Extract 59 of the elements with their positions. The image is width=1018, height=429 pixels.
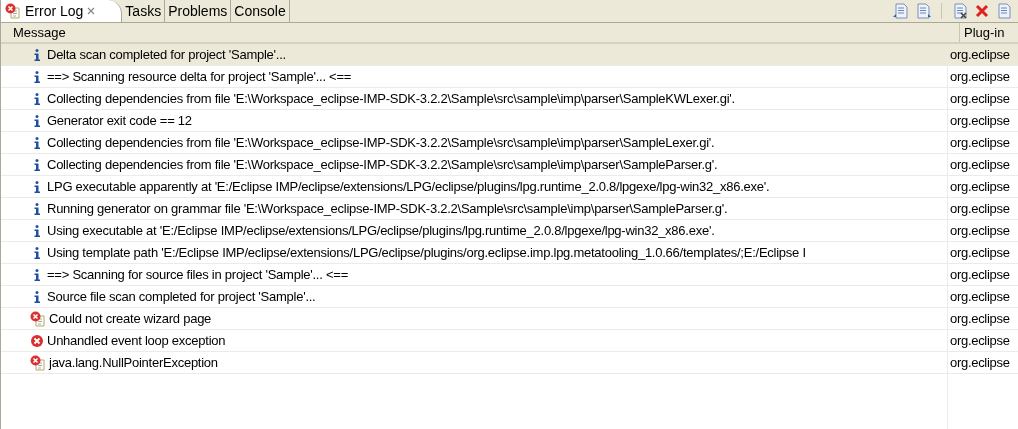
log-row[interactable]: ==> Scanning resource delta for project 'Sample'... <== org.eclipse [1,66,1018,88]
message-cell: Running generator on grammar file 'E:\Workspace_eclipse-IMP-SDK-3.2.2\Sample\src\sample\imp\parser\SampleParser.g'. [1,198,947,219]
log-row[interactable]: LPG executable apparently at 'E:/Eclipse IMP/eclipse/extensions/LPG/eclipse/plugins/lpg.runtime_2.0.8/lpgexe/lpg-win32_x86.exe'. org.eclipse [1,176,1018,198]
log-row[interactable]: java.lang.NullPointerException org.eclipse [1,352,1018,374]
plugin-cell: org.eclipse [947,110,1018,131]
plugin-cell: org.eclipse [947,220,1018,241]
plugin-cell: org.eclipse [947,242,1018,263]
message-cell: java.lang.NullPointerException [1,352,947,373]
log-row[interactable]: Could not create wizard page org.eclipse [1,308,1018,330]
plugin-cell: org.eclipse [947,44,1018,65]
log-row[interactable]: Source file scan completed for project 'Sample'... org.eclipse [1,286,1018,308]
message-cell: ==> Scanning resource delta for project 'Sample'... <== [1,66,947,87]
message-cell: Could not create wizard page [1,308,947,329]
document-icon[interactable] [996,3,1012,19]
message-cell: Unhandled event loop exception [1,330,947,351]
error-log-icon [30,310,46,327]
plugin-cell: org.eclipse [947,66,1018,87]
clear-log-icon[interactable] [952,3,968,19]
error-icon [30,333,44,348]
log-row[interactable]: Unhandled event loop exception org.eclipse [1,330,1018,352]
message-cell: Source file scan completed for project 'Sample'... [1,286,947,307]
message-cell: Delta scan completed for project 'Sample'... [1,44,947,65]
message-cell: Collecting dependencies from file 'E:\Workspace_eclipse-IMP-SDK-3.2.2\Sample\src\sample\imp\parser\SampleLexer.gi'. [1,132,947,153]
error-log-icon [30,354,46,371]
plugin-cell: org.eclipse [947,154,1018,175]
close-icon[interactable] [87,7,96,15]
message-cell: Collecting dependencies from file 'E:\Workspace_eclipse-IMP-SDK-3.2.2\Sample\src\sample\imp\parser\SampleParser.g'. [1,154,947,175]
plugin-cell: org.eclipse [947,176,1018,197]
message-cell: Using template path 'E:/Eclipse IMP/eclipse/extensions/LPG/eclipse/plugins/org.eclipse.imp.lpg.metatooling_1.0.66/templates/;E:/Eclipse I [1,242,947,263]
log-row[interactable]: Using template path 'E:/Eclipse IMP/eclipse/extensions/LPG/eclipse/plugins/org.eclipse.imp.lpg.metatooling_1.0.66/templates/;E:/Eclipse I org.eclipse [1,242,1018,264]
plugin-cell: org.eclipse [947,286,1018,307]
log-row[interactable]: ==> Scanning for source files in project 'Sample'... <== org.eclipse [1,264,1018,286]
column-header[interactable]: Message [1,23,959,42]
log-row[interactable]: Collecting dependencies from file 'E:\Workspace_eclipse-IMP-SDK-3.2.2\Sample\src\sample\imp\parser\SampleKWLexer.gi'. org.eclipse [1,88,1018,110]
message-cell: Using executable at 'E:/Eclipse IMP/eclipse/extensions/LPG/eclipse/plugins/lpg.runtime_2.0.8/lpgexe/lpg-win32_x86.exe'. [1,220,947,241]
plugin-cell: org.eclipse [947,352,1018,373]
message-cell: ==> Scanning for source files in project 'Sample'... <== [1,264,947,285]
plugin-cell: org.eclipse [947,264,1018,285]
expand-list-icon[interactable] [915,3,931,19]
error-log-icon [5,3,21,19]
message-cell: Collecting dependencies from file 'E:\Workspace_eclipse-IMP-SDK-3.2.2\Sample\src\sample\imp\parser\SampleKWLexer.gi'. [1,88,947,109]
log-row[interactable]: Running generator on grammar file 'E:\Workspace_eclipse-IMP-SDK-3.2.2\Sample\src\sample\imp\parser\SampleParser.g'. org.eclipse [1,198,1018,220]
column-header[interactable]: Plug-in [959,23,1018,42]
plugin-cell: org.eclipse [947,330,1018,351]
plugin-cell: org.eclipse [947,88,1018,109]
plugin-cell: org.eclipse [947,308,1018,329]
log-row[interactable]: Collecting dependencies from file 'E:\Workspace_eclipse-IMP-SDK-3.2.2\Sample\src\sample\imp\parser\SampleParser.g'. org.eclipse [1,154,1018,176]
log-row[interactable]: Using executable at 'E:/Eclipse IMP/eclipse/extensions/LPG/eclipse/plugins/lpg.runtime_2.0.8/lpgexe/lpg-win32_x86.exe'. org.eclipse [1,220,1018,242]
view-tab[interactable]: Tasks [122,0,166,22]
plugin-cell: org.eclipse [947,198,1018,219]
delete-icon[interactable] [974,3,990,19]
message-cell: Generator exit code == 12 [1,110,947,131]
plugin-cell: org.eclipse [947,132,1018,153]
log-row[interactable]: Generator exit code == 12 org.eclipse [1,110,1018,132]
log-row[interactable]: Collecting dependencies from file 'E:\Workspace_eclipse-IMP-SDK-3.2.2\Sample\src\sample\imp\parser\SampleLexer.gi'. org.eclipse [1,132,1018,154]
message-cell: LPG executable apparently at 'E:/Eclipse IMP/eclipse/extensions/LPG/eclipse/plugins/lpg.runtime_2.0.8/lpgexe/lpg-win32_x86.exe'. [1,176,947,197]
collapse-list-icon[interactable] [893,3,909,19]
view-tab[interactable]: Error Log [1,0,123,22]
log-row[interactable]: Delta scan completed for project 'Sample'... org.eclipse [1,44,1018,66]
